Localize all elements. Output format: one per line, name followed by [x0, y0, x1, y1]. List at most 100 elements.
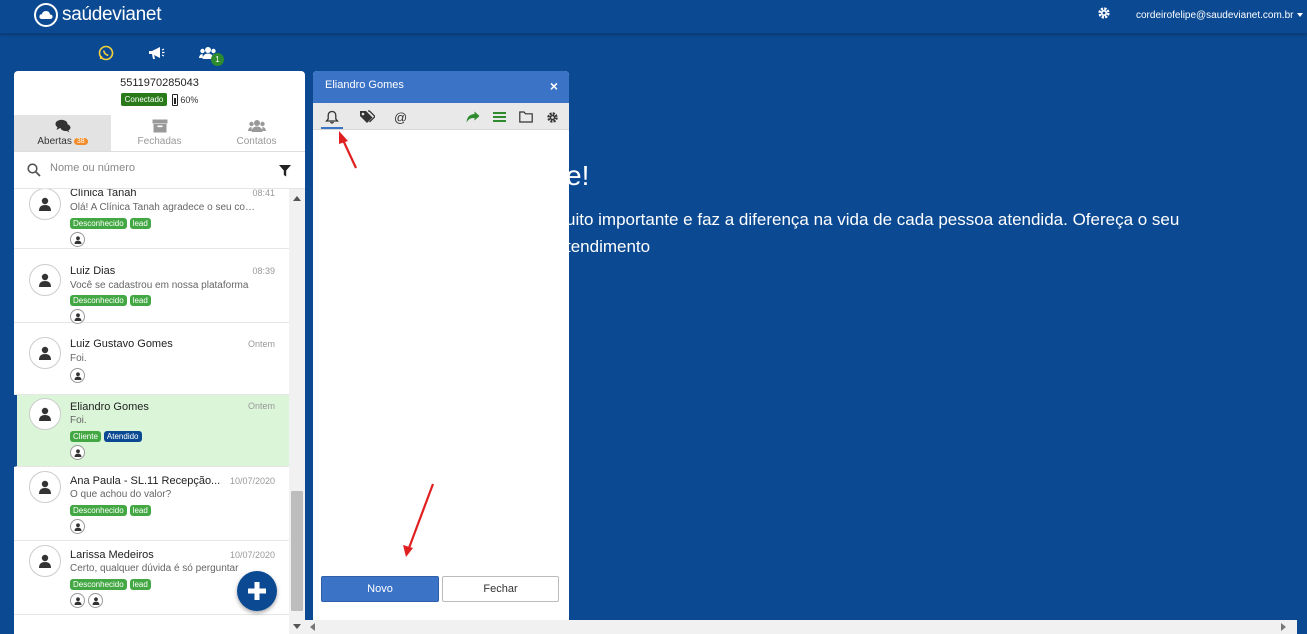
contact-panel-header: Eliandro Gomes ×: [313, 71, 569, 103]
agent-user-icon: [70, 445, 85, 460]
conversation-item[interactable]: Ana Paula - SL.11 Recepção... 10/07/2020…: [14, 467, 289, 541]
agent-user-icon: [70, 593, 85, 608]
group-count-badge: 1: [211, 53, 224, 66]
assigned-agents: [70, 232, 85, 247]
contact-detail-panel: Eliandro Gomes × @ Novo Fechar: [313, 71, 569, 634]
close-icon[interactable]: ×: [550, 78, 558, 94]
conversation-tags: Cliente Atendido: [70, 431, 142, 442]
tab-abertas-count: 38: [73, 137, 88, 145]
scroll-down-arrow-icon[interactable]: [293, 624, 301, 629]
conversation-item[interactable]: Luiz Dias 08:39 Você se cadastrou em nos…: [14, 249, 289, 324]
assigned-agents: [70, 309, 85, 324]
tab-abertas[interactable]: Abertas 38: [14, 115, 111, 151]
conversation-last-message: Você se cadastrou em nossa plataforma: [70, 280, 249, 291]
assigned-agents: [70, 519, 85, 534]
tag-label: lead: [129, 218, 151, 229]
tab-contatos-label: Contatos: [236, 136, 277, 147]
conversation-tags: Desconhecido lead: [70, 505, 151, 516]
avatar-user-icon: [29, 337, 61, 369]
avatar-user-icon: [29, 189, 61, 220]
megaphone-icon[interactable]: [148, 46, 165, 65]
conversation-name: Luiz Gustavo Gomes: [70, 338, 173, 350]
tag-label: Desconhecido: [70, 218, 127, 229]
avatar-user-icon: [29, 471, 61, 503]
chat-bubbles-icon: [14, 119, 111, 135]
settings-gear-icon[interactable]: [1097, 6, 1111, 25]
gear-icon[interactable]: [546, 108, 559, 126]
conversation-time: 10/07/2020: [229, 550, 275, 560]
assigned-agents: [70, 445, 85, 460]
at-sign-icon[interactable]: @: [394, 108, 407, 126]
scroll-left-arrow-icon[interactable]: [310, 623, 315, 631]
conversation-item[interactable]: Clínica Tanah 08:41 Olá! A Clínica Tanah…: [14, 189, 289, 249]
tag-label: Cliente: [70, 431, 101, 442]
tag-label: lead: [129, 295, 151, 306]
user-menu[interactable]: cordeirofelipe@saudevianet.com.br: [1136, 10, 1304, 21]
conversation-last-message: O que achou do valor?: [70, 489, 172, 500]
logo-text: saúdevianet: [62, 4, 162, 25]
welcome-text-line-1: uito importante e faz a diferença na vid…: [566, 210, 1180, 229]
top-bar: saúdevianet cordeirofelipe@saudevianet.c…: [0, 0, 1307, 34]
search-bar: [14, 152, 305, 189]
battery-icon: [172, 93, 179, 106]
conversation-name: Eliandro Gomes: [70, 401, 149, 413]
tab-fechadas-label: Fechadas: [137, 136, 182, 147]
conversation-item-selected[interactable]: Eliandro Gomes Ontem Foi. Cliente Atendi…: [14, 395, 289, 467]
conversation-time: 08:41: [252, 189, 275, 198]
novo-button[interactable]: Novo: [321, 576, 439, 602]
tag-label: Desconhecido: [70, 295, 127, 306]
conversation-time: 10/07/2020: [229, 476, 275, 486]
agent-user-icon: [70, 368, 85, 383]
logo[interactable]: saúdevianet: [34, 3, 161, 27]
avatar-user-icon: [29, 545, 61, 577]
conversation-last-message: Certo, qualquer dúvida é só perguntar: [70, 563, 239, 574]
contact-panel-title: Eliandro Gomes: [325, 79, 404, 91]
bell-icon[interactable]: [325, 108, 339, 126]
tag-label: lead: [129, 505, 151, 516]
tag-label: Desconhecido: [70, 505, 127, 516]
tag-label: Desconhecido: [70, 579, 127, 590]
list-menu-icon[interactable]: [493, 108, 506, 126]
tab-fechadas[interactable]: Fechadas: [111, 115, 208, 151]
conversation-list-scrollbar[interactable]: [289, 189, 305, 634]
search-input[interactable]: [50, 162, 270, 174]
conversation-item[interactable]: Luiz Gustavo Gomes Ontem Foi.: [14, 323, 289, 395]
conversation-list: Clínica Tanah 08:41 Olá! A Clínica Tanah…: [14, 189, 289, 634]
contact-panel-toolbar: @: [313, 103, 569, 130]
cloud-icon: [34, 3, 58, 27]
agent-user-icon: [70, 232, 85, 247]
conversation-last-message: Olá! A Clínica Tanah agradece o seu cont…: [70, 202, 255, 213]
conversation-tags: Desconhecido lead: [70, 218, 151, 229]
scroll-up-arrow-icon[interactable]: [293, 196, 301, 201]
whatsapp-icon[interactable]: [98, 45, 114, 66]
new-conversation-button[interactable]: [237, 571, 277, 611]
conversation-time: Ontem: [247, 401, 275, 411]
agent-user-icon: [88, 593, 103, 608]
conversation-tabs: Abertas 38 Fechadas Contatos: [14, 115, 305, 152]
folder-icon[interactable]: [519, 108, 533, 126]
caret-down-icon: [1297, 13, 1304, 18]
fechar-button[interactable]: Fechar: [442, 576, 559, 602]
forward-share-icon[interactable]: [466, 108, 480, 126]
tags-icon[interactable]: [359, 108, 375, 126]
scroll-thumb[interactable]: [291, 491, 303, 611]
assigned-agents: [70, 368, 85, 383]
tag-label: lead: [129, 579, 151, 590]
conversation-name: Clínica Tanah: [70, 189, 137, 199]
chat-list-panel: 5511970285043 Conectado 60% Abertas 38 Fec…: [14, 71, 305, 634]
horizontal-scrollbar[interactable]: [305, 620, 1297, 634]
conversation-tags: Desconhecido lead: [70, 579, 151, 590]
scroll-right-arrow-icon[interactable]: [1281, 623, 1286, 631]
battery-level: 60%: [180, 94, 199, 105]
connection-status: Conectado 60%: [14, 93, 305, 106]
agent-user-icon: [70, 309, 85, 324]
filter-icon[interactable]: [279, 164, 291, 182]
tag-label: Atendido: [103, 431, 142, 442]
connected-phone-number: 5511970285043: [120, 77, 199, 89]
conversation-time: Ontem: [247, 339, 275, 349]
avatar-user-icon: [29, 398, 61, 430]
conversation-last-message: Foi.: [70, 353, 87, 364]
tab-contatos[interactable]: Contatos: [208, 115, 305, 151]
tab-abertas-label: Abertas: [37, 136, 72, 147]
conversation-name: Larissa Medeiros: [70, 549, 154, 561]
